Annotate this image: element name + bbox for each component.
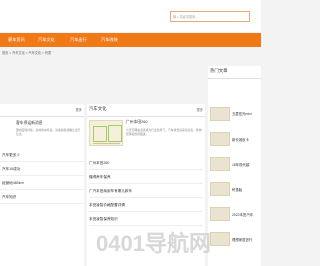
right-panel-header: 热门文章 [208,66,261,79]
mid-list-item[interactable]: 广汽本田商用车有哪几款车 [89,184,203,198]
mid-article-thumbnail[interactable] [89,120,123,146]
mid-list-item[interactable]: 本田凌智价格配置详情 [89,198,203,212]
hot-article-thumbnail[interactable] [210,182,230,196]
hot-article-title[interactable]: 18年现代越 [232,162,249,167]
left-article-text: 国内疫情持续，多地客车停运，请乘客提前确认出行信息。 [16,128,81,137]
breadcrumb[interactable]: 首页 > 汽车文化 > 汽车文化 > 列表 [2,50,51,55]
nav-item-car-travel[interactable]: 汽车出行 [70,33,87,47]
right-panel: 热门文章 五菱宏光mini 新长城皮卡 18年现代越 轩逸胎 2022本田汽车 … [208,66,261,266]
hot-article-title[interactable]: 新长城皮卡 [232,137,249,142]
mid-article-text: 七天无理由退货成为行业新风气，汽车消费迎来新变化，各地经销商纷纷跟进。 [126,128,202,137]
mid-list-item[interactable]: 懂得养车保养 [89,170,203,184]
site-watermark: 0401导航网 [96,231,211,256]
mid-panel-title: 汽车文化 [89,106,107,111]
hot-article-thumbnail[interactable] [210,207,230,221]
mid-article-title[interactable]: 广州本田260 [126,120,148,125]
left-list-item[interactable]: 汽车10成功 [0,162,84,176]
search-input[interactable] [170,11,250,22]
mid-panel-more-link[interactable]: 更多 [197,107,203,112]
right-panel-title: 热门文章 [210,68,228,73]
nav-item-luxury-car-news[interactable]: 豪车资讯 [8,33,25,47]
hot-article-title[interactable]: 理想家居进行 [232,237,252,242]
site-header [0,0,261,32]
mid-panel-header: 汽车文化 更多 [87,104,205,117]
left-list-item[interactable]: 汽车更多少 [0,148,84,162]
main-nav: 豪车资讯 汽车文化 汽车出行 汽车改装 [0,33,261,47]
hot-article-title[interactable]: 五菱宏光mini [232,111,252,116]
left-article-title[interactable]: 客车停运新消息 [16,121,43,126]
left-panel-more-link[interactable]: 更多 [76,107,82,112]
nav-item-car-modification[interactable]: 汽车改装 [101,33,118,47]
hot-article-thumbnail[interactable] [210,157,230,171]
hot-article-thumbnail[interactable] [210,232,230,246]
hot-article-title[interactable]: 2022本田汽车 [232,212,253,217]
left-panel-header: 更多 [0,104,84,117]
hot-article-thumbnail[interactable] [210,132,230,146]
nav-item-car-culture[interactable]: 汽车文化 [38,33,55,47]
left-list-item[interactable]: 汽车知识 [0,190,84,204]
hot-article-thumbnail[interactable] [210,107,230,121]
mid-list-item[interactable]: 本田凌智保养知识 [89,212,203,226]
left-panel: 更多 客车停运新消息 国内疫情持续，多地客车停运，请乘客提前确认出行信息。 汽车… [0,104,84,266]
mid-list-item[interactable]: 广州本田260 [89,156,203,170]
hot-article-title[interactable]: 轩逸胎 [232,187,242,192]
left-list-item[interactable]: 经营地480km [0,176,84,190]
